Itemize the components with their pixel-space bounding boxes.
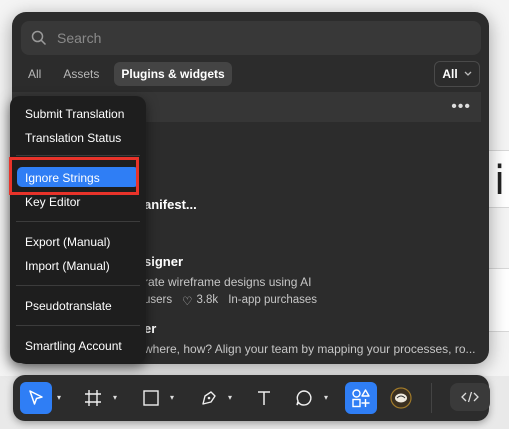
frame-tool-button[interactable] — [79, 382, 107, 414]
plugin-users: users — [144, 294, 173, 306]
menu-item-key-editor[interactable]: Key Editor — [25, 195, 80, 209]
menu-item-import-manual[interactable]: Import (Manual) — [25, 259, 110, 273]
search-bar[interactable]: Search — [21, 21, 481, 55]
plugin-avatar-button[interactable] — [386, 382, 416, 414]
menu-item-translation-status[interactable]: Translation Status — [25, 131, 121, 145]
menu-item-export-manual[interactable]: Export (Manual) — [25, 235, 110, 249]
tab-bar: All Assets Plugins & widgets — [21, 61, 240, 87]
plugin-description: rate wireframe designs using AI — [144, 275, 312, 289]
frame-icon — [85, 390, 101, 406]
menu-item-submit-translation[interactable]: Submit Translation — [25, 107, 124, 121]
canvas-frame — [488, 268, 509, 332]
plugin-title[interactable]: signer — [144, 254, 183, 269]
toolbar-divider — [431, 383, 432, 413]
plugin-pricing: In-app purchases — [228, 294, 318, 306]
tab-assets[interactable]: Assets — [56, 62, 106, 86]
pen-tool-button[interactable] — [195, 382, 223, 414]
comment-tool-button[interactable] — [290, 382, 318, 414]
shape-tool-button[interactable] — [137, 382, 165, 414]
cursor-arrow-icon — [29, 390, 43, 405]
menu-item-pseudotranslate[interactable]: Pseudotranslate — [25, 299, 112, 313]
search-icon — [31, 30, 47, 46]
bottom-toolbar: ▾ ▾ ▾ ▾ ▾ — [13, 375, 490, 421]
chevron-down-icon — [464, 71, 472, 76]
plugin-meta: users ♡ 3.8k In-app purchases — [144, 294, 317, 308]
shapes-plus-icon — [352, 389, 370, 408]
text-tool-button[interactable] — [250, 382, 278, 414]
like-icon: ♡ — [182, 296, 193, 308]
tab-plugins-widgets[interactable]: Plugins & widgets — [114, 62, 232, 86]
canvas-text: i — [494, 158, 506, 204]
chevron-down-icon[interactable]: ▾ — [57, 393, 61, 402]
text-icon — [258, 391, 270, 405]
dev-mode-toggle[interactable] — [450, 383, 490, 411]
plugin-description: where, how? Align your team by mapping y… — [144, 342, 476, 356]
menu-divider — [16, 155, 140, 156]
filter-dropdown[interactable]: All — [434, 61, 480, 87]
move-tool-button[interactable] — [20, 382, 52, 414]
more-options-icon[interactable]: ••• — [451, 92, 471, 122]
chevron-down-icon[interactable]: ▾ — [324, 393, 328, 402]
pen-icon — [202, 391, 216, 405]
rectangle-icon — [143, 390, 159, 406]
tab-all[interactable]: All — [21, 62, 48, 86]
menu-divider — [16, 221, 140, 222]
chevron-down-icon[interactable]: ▾ — [228, 393, 232, 402]
filter-value: All — [442, 67, 458, 81]
plugin-avatar-icon — [390, 387, 412, 409]
search-input[interactable]: Search — [57, 30, 101, 46]
chevron-down-icon[interactable]: ▾ — [170, 393, 174, 402]
plugin-likes: 3.8k — [196, 294, 219, 306]
menu-divider — [16, 325, 140, 326]
menu-item-smartling-account[interactable]: Smartling Account — [25, 339, 122, 353]
plugin-context-menu: Submit Translation Translation Status Ig… — [10, 96, 146, 363]
code-brackets-icon — [461, 391, 479, 403]
comment-bubble-icon — [296, 390, 312, 406]
chevron-down-icon[interactable]: ▾ — [113, 393, 117, 402]
menu-divider — [16, 285, 140, 286]
plugin-title[interactable]: anifest... — [144, 197, 197, 212]
actions-button[interactable] — [345, 382, 377, 414]
highlight-annotation-box — [9, 157, 139, 195]
